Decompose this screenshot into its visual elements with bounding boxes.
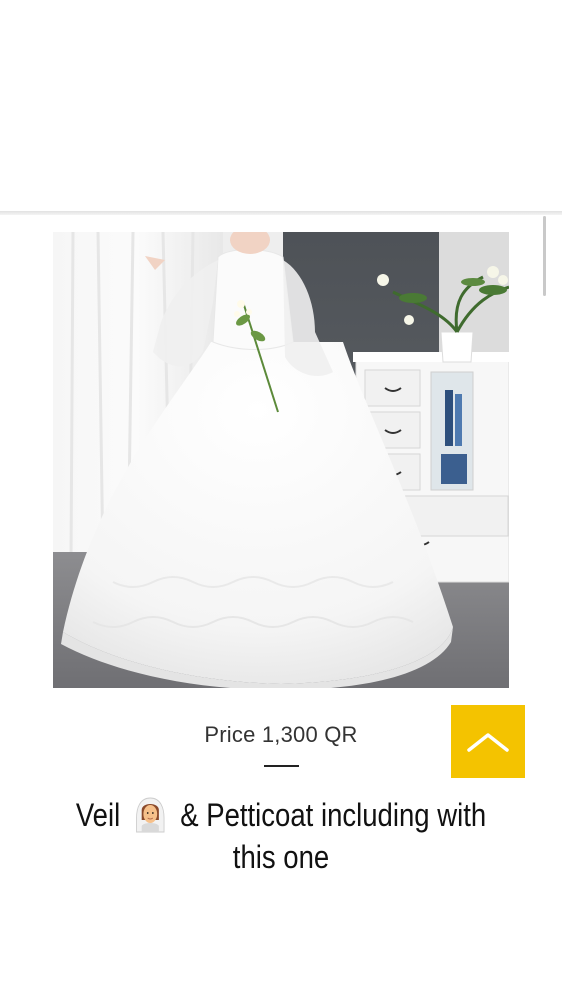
caption-text-petticoat: & Petticoat including with (180, 797, 487, 833)
chevron-up-icon (467, 732, 509, 752)
scroll-to-top-button[interactable] (451, 705, 525, 778)
header-divider (0, 211, 562, 215)
bride-with-veil-icon (133, 796, 167, 834)
product-image (53, 232, 509, 688)
product-caption: Veil & Petticoat including with this one (57, 794, 506, 878)
price-divider (264, 765, 299, 767)
caption-text-line2: this one (232, 839, 330, 875)
product-price: Price 1,300 QR (204, 722, 358, 747)
caption-text-veil: Veil (75, 797, 121, 833)
scrollbar-thumb[interactable] (543, 216, 546, 296)
